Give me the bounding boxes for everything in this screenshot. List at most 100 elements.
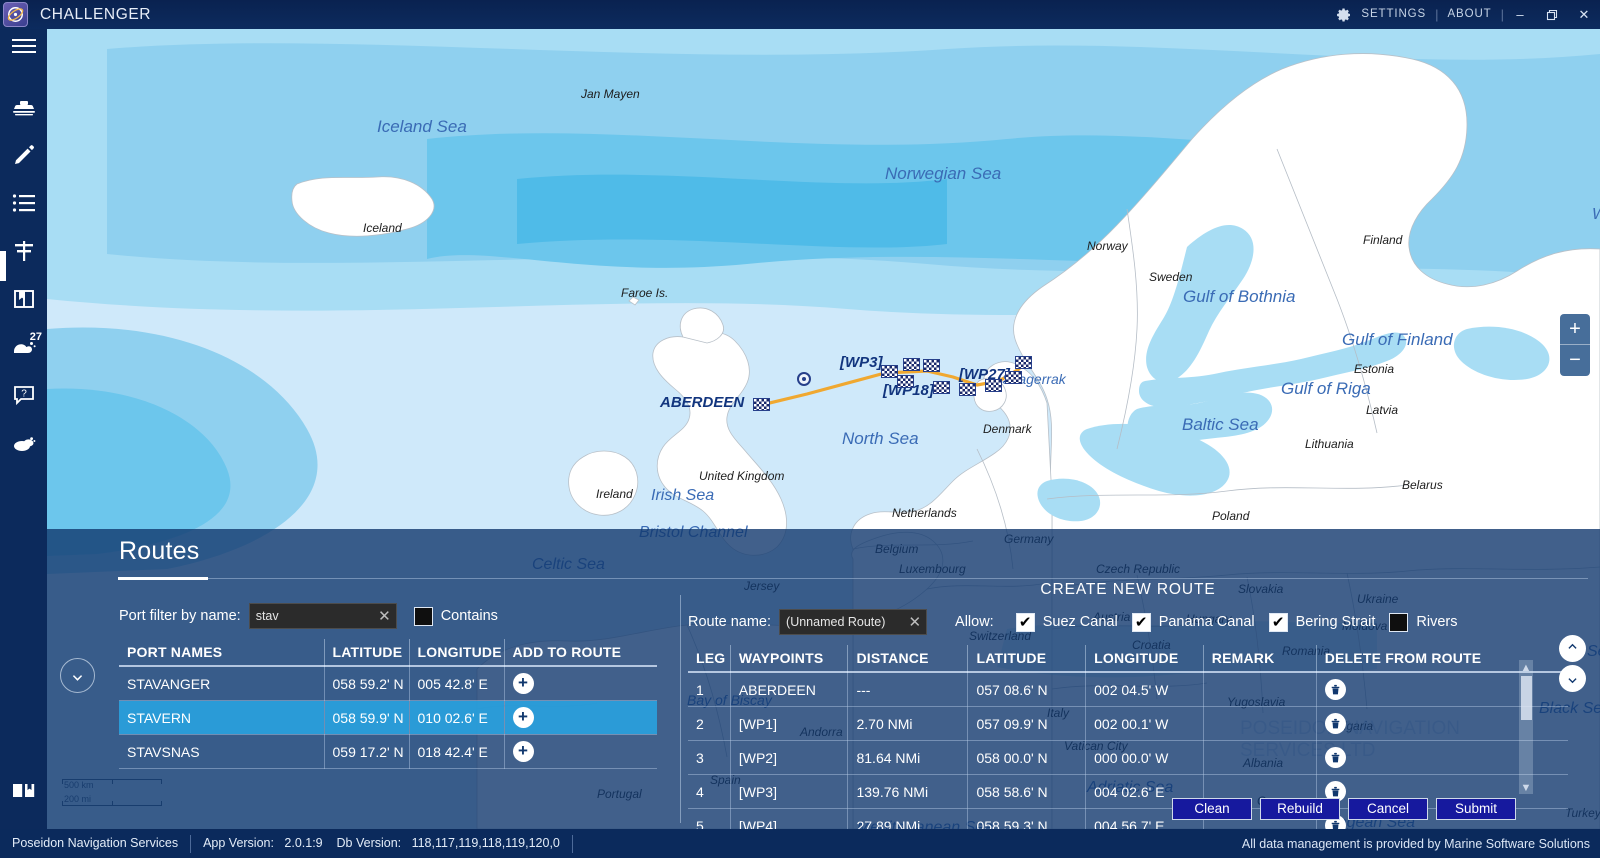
ports-table: PORT NAMES LATITUDE LONGITUDE ADD TO ROU…	[119, 639, 657, 769]
checkbox-rivers[interactable]	[1389, 612, 1409, 632]
route-name-row: Route name: ✕ Allow: Suez Canal Panama Ca…	[688, 607, 1568, 637]
allow-option-label: Bering Strait	[1295, 614, 1376, 630]
about-link[interactable]: ABOUT	[1438, 0, 1500, 29]
page-title: Routes	[119, 537, 200, 565]
sidebar-item-library[interactable]	[0, 277, 47, 325]
restore-icon[interactable]	[1536, 0, 1568, 29]
route-name-input[interactable]	[780, 615, 899, 629]
arrow-down-circle-icon[interactable]	[1559, 665, 1586, 692]
pencil-icon	[12, 143, 36, 172]
waypoint-marker-wp24[interactable]	[985, 379, 1002, 392]
status-right-note: All data management is provided by Marin…	[1241, 836, 1590, 851]
zoom-out-button[interactable]: −	[1560, 345, 1590, 376]
status-app-version: App Version: 2.0.1:9 Db Version: 118,117…	[191, 829, 572, 858]
status-divider-2	[571, 834, 573, 853]
column-wp-longitude[interactable]: LONGITUDE	[1085, 645, 1204, 672]
column-add-to-route[interactable]: ADD TO ROUTE	[504, 639, 657, 666]
waypoint-remark	[1203, 706, 1317, 741]
table-row[interactable]: 3 [WP2] 81.64 NMi 058 00.0' N 000 00.0' W	[688, 740, 1568, 775]
sidebar-item-manual[interactable]	[0, 768, 47, 816]
minimize-icon[interactable]: –	[1504, 0, 1536, 29]
waypoint-marker-wp18[interactable]	[933, 381, 950, 394]
waypoints-scroll-down-arrow[interactable]: ▼	[1519, 782, 1533, 795]
table-row[interactable]: 2 [WP1] 2.70 NMi 057 09.9' N 002 00.1' W	[688, 706, 1568, 741]
waypoint-marker-wp20[interactable]	[959, 383, 976, 396]
table-row[interactable]: STAVSNAS 059 17.2' N 018 42.4' E +	[119, 734, 657, 769]
rebuild-button[interactable]: Rebuild	[1260, 798, 1340, 820]
sidebar-item-vessel[interactable]	[0, 85, 47, 133]
sidebar-item-menu-hamburger[interactable]	[0, 29, 47, 67]
port-longitude: 010 02.6' E	[409, 700, 505, 735]
sidebar-item-routes[interactable]	[0, 229, 47, 277]
column-waypoints[interactable]: WAYPOINTS	[730, 645, 849, 672]
close-icon[interactable]: ✕	[1568, 0, 1600, 29]
contains-checkbox[interactable]	[413, 606, 433, 626]
waypoint-marker-wp3[interactable]	[881, 365, 898, 378]
waypoint-marker-wp1[interactable]	[797, 372, 811, 386]
trash-circle-icon[interactable]	[1324, 713, 1346, 734]
column-leg[interactable]: LEG	[688, 645, 731, 672]
search-input[interactable]	[249, 609, 368, 623]
table-row[interactable]: STAVANGER 058 59.2' N 005 42.8' E +	[119, 666, 657, 701]
plus-circle-icon[interactable]: +	[512, 741, 534, 762]
port-name: STAVSNAS	[119, 734, 325, 769]
title-bar: CHALLENGER SETTINGS | ABOUT | – ✕	[0, 0, 1600, 29]
cancel-button[interactable]: Cancel	[1348, 798, 1428, 820]
waypoint-marker-wp26[interactable]	[1005, 371, 1022, 384]
plus-circle-icon[interactable]: +	[512, 673, 534, 694]
column-longitude[interactable]: LONGITUDE	[409, 639, 505, 666]
waypoint-marker-wp5[interactable]	[923, 359, 940, 372]
column-port-names[interactable]: PORT NAMES	[119, 639, 325, 666]
waypoints-scrollbar-thumb[interactable]	[1521, 676, 1532, 720]
plus-circle-icon[interactable]: +	[512, 707, 534, 728]
app-version-value: 2.0.1:9	[284, 836, 323, 850]
checkbox-bering-strait[interactable]	[1268, 612, 1288, 632]
app-version-label: App Version:	[203, 836, 274, 850]
column-remark[interactable]: REMARK	[1203, 645, 1317, 672]
waypoint-distance: 81.64 NMi	[847, 740, 969, 775]
clear-x-icon[interactable]: ✕	[908, 613, 921, 633]
waypoint-latitude: 057 09.9' N	[967, 706, 1087, 741]
port-filter-textbox[interactable]: ✕	[248, 603, 397, 629]
cloud-icon	[11, 433, 37, 458]
settings-link[interactable]: SETTINGS	[1352, 0, 1435, 29]
port-latitude: 059 17.2' N	[324, 734, 410, 769]
list-icon	[12, 193, 36, 218]
checkbox-suez-canal[interactable]	[1015, 612, 1035, 632]
gear-icon[interactable]	[1330, 7, 1352, 23]
arrow-up-circle-icon[interactable]	[1559, 635, 1586, 662]
book-icon	[12, 288, 36, 315]
column-distance[interactable]: DISTANCE	[847, 645, 969, 672]
trash-circle-icon[interactable]	[1324, 747, 1346, 768]
sidebar-item-weather[interactable]	[0, 421, 47, 469]
clean-button[interactable]: Clean	[1172, 798, 1252, 820]
sidebar-item-edit[interactable]	[0, 133, 47, 181]
submit-button[interactable]: Submit	[1436, 798, 1516, 820]
clear-x-icon[interactable]: ✕	[378, 607, 391, 627]
column-latitude[interactable]: LATITUDE	[324, 639, 410, 666]
contains-label: Contains	[440, 608, 498, 624]
trash-circle-icon[interactable]	[1324, 679, 1346, 700]
table-row[interactable]: STAVERN 058 59.9' N 010 02.6' E +	[119, 700, 657, 735]
waypoint-marker-aberdeen[interactable]	[753, 398, 770, 411]
column-wp-latitude[interactable]: LATITUDE	[967, 645, 1087, 672]
port-filter-row: Port filter by name: ✕ Contains	[119, 601, 657, 631]
left-navigation-rail: 27 ?	[0, 29, 47, 858]
zoom-in-button[interactable]: +	[1560, 314, 1590, 345]
table-row[interactable]: 1 ABERDEEN --- 057 08.6' N 002 04.5' W	[688, 672, 1568, 707]
open-book-icon	[11, 780, 37, 805]
route-name-textbox[interactable]: ✕	[779, 609, 928, 635]
sidebar-item-list[interactable]	[0, 181, 47, 229]
waypoint-marker-wp4[interactable]	[903, 358, 920, 371]
waypoint-marker-wp16[interactable]	[897, 375, 914, 388]
waypoint-marker-wp27[interactable]	[1015, 356, 1032, 369]
waypoint-distance: 139.76 NMi	[847, 774, 969, 809]
allow-options-group: Allow: Suez Canal Panama Canal Bering Stra…	[955, 612, 1471, 632]
checkbox-panama-canal[interactable]	[1131, 612, 1151, 632]
arrow-down-circle-icon[interactable]	[60, 658, 95, 693]
sidebar-item-help[interactable]: ?	[0, 373, 47, 421]
allow-option-label: Suez Canal	[1042, 614, 1118, 630]
sidebar-item-alerts[interactable]: 27	[0, 325, 47, 373]
waypoints-scroll-up-arrow[interactable]: ▲	[1519, 662, 1533, 675]
allow-option: Suez Canal	[1015, 612, 1118, 632]
